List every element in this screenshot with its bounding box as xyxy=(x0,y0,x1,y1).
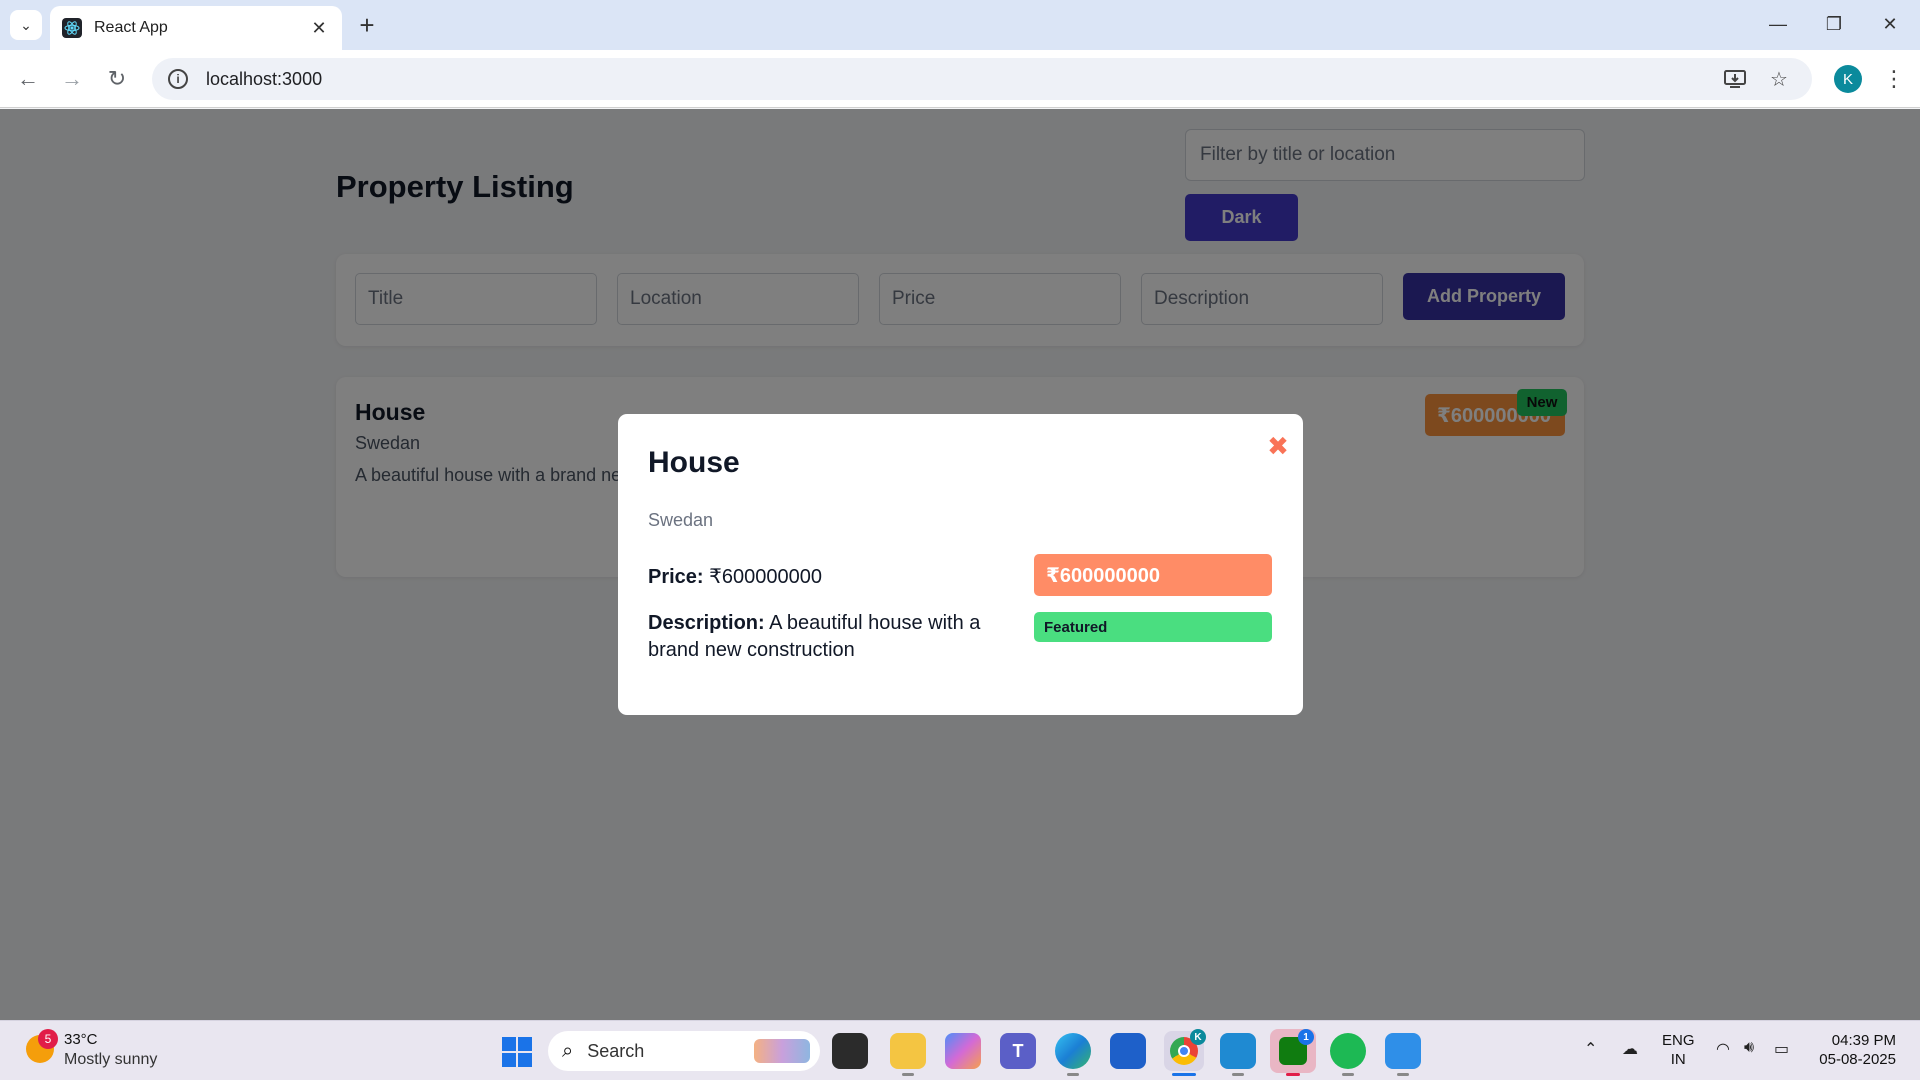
profile-avatar[interactable]: K xyxy=(1834,65,1862,93)
reload-icon[interactable]: ↻ xyxy=(101,63,133,95)
tab-react-app[interactable]: React App ✕ xyxy=(50,6,342,50)
store-icon[interactable] xyxy=(1110,1033,1146,1069)
teams-icon[interactable]: T xyxy=(1000,1033,1036,1069)
system-clock[interactable]: 04:39 PM 05-08-2025 xyxy=(1816,1031,1896,1069)
clock-time: 04:39 PM xyxy=(1831,1032,1896,1049)
taskbar-search[interactable]: ⌕ Search xyxy=(548,1031,820,1071)
vscode-icon[interactable] xyxy=(1220,1033,1256,1069)
xbox-badge: 1 xyxy=(1298,1029,1314,1045)
search-label: Search xyxy=(587,1040,645,1061)
site-info-icon[interactable]: i xyxy=(168,69,188,89)
back-arrow-icon[interactable]: ← xyxy=(12,63,44,95)
restore-icon[interactable]: ❐ xyxy=(1814,8,1854,40)
new-tab-button[interactable]: + xyxy=(352,10,382,40)
forward-arrow-icon[interactable]: → xyxy=(56,63,88,95)
copilot-icon[interactable] xyxy=(945,1033,981,1069)
description-label: Description: xyxy=(648,612,765,634)
chevron-up-icon[interactable]: ⌃ xyxy=(1584,1039,1597,1059)
vscode-indicator xyxy=(1232,1073,1244,1076)
property-detail-modal: House ✖ Swedan Price: ₹600000000 Descrip… xyxy=(618,414,1303,715)
tab-title: React App xyxy=(94,19,168,36)
language-indicator[interactable]: ENG IN xyxy=(1662,1031,1695,1069)
url-text[interactable]: localhost:3000 xyxy=(206,69,1708,90)
modal-location: Swedan xyxy=(648,510,714,530)
photos-icon[interactable] xyxy=(1385,1033,1421,1069)
window-close-icon[interactable]: ✕ xyxy=(1870,8,1910,40)
chrome-indicator xyxy=(1172,1073,1196,1076)
battery-icon[interactable]: ▭ xyxy=(1774,1039,1789,1059)
price-label: Price: xyxy=(648,566,704,588)
file-explorer-icon[interactable] xyxy=(890,1033,926,1069)
taskbar: 5 33°C Mostly sunny ⌕ Search T K 1 ⌃ ☁ E… xyxy=(0,1020,1920,1080)
weather-description[interactable]: Mostly sunny xyxy=(64,1051,157,1069)
address-bar[interactable]: i localhost:3000 ☆ xyxy=(152,58,1812,100)
featured-badge: Featured xyxy=(1034,612,1272,642)
windows-start-icon[interactable] xyxy=(502,1037,532,1067)
minimize-icon[interactable]: — xyxy=(1758,8,1798,40)
close-icon[interactable]: ✕ xyxy=(308,18,330,39)
weather-temperature[interactable]: 33°C xyxy=(64,1031,98,1048)
browser-tab-strip: ⌄ React App ✕ + — ❐ ✕ xyxy=(0,0,1920,50)
modal-title: House xyxy=(648,446,740,479)
file-explorer-indicator xyxy=(902,1073,914,1076)
react-logo-icon xyxy=(62,18,82,38)
edge-indicator xyxy=(1067,1073,1079,1076)
photos-indicator xyxy=(1397,1073,1409,1076)
modal-price-badge: ₹600000000 xyxy=(1034,554,1272,596)
price-value: ₹600000000 xyxy=(709,566,822,588)
modal-price-row: Price: ₹600000000 xyxy=(648,564,822,589)
search-icon: ⌕ xyxy=(562,1039,574,1062)
clock-date: 05-08-2025 xyxy=(1819,1051,1896,1068)
spotify-indicator xyxy=(1342,1073,1354,1076)
more-menu-icon[interactable]: ⋮ xyxy=(1880,63,1908,95)
spotify-icon[interactable] xyxy=(1330,1033,1366,1069)
browser-toolbar: ← → ↻ i localhost:3000 ☆ K ⋮ xyxy=(0,50,1920,108)
region-code: IN xyxy=(1670,1051,1686,1068)
xbox-icon[interactable]: 1 xyxy=(1270,1029,1316,1073)
app-page: Property Listing Filter by title or loca… xyxy=(0,109,1920,1020)
close-icon[interactable]: ✖ xyxy=(1266,431,1290,461)
xbox-indicator xyxy=(1286,1073,1300,1076)
chevron-down-icon: ⌄ xyxy=(20,16,32,33)
language-code: ENG xyxy=(1662,1032,1695,1049)
bookmark-star-icon[interactable]: ☆ xyxy=(1762,64,1796,94)
modal-description-row: Description: A beautiful house with a br… xyxy=(648,610,988,664)
task-view-icon[interactable] xyxy=(832,1033,868,1069)
wifi-icon[interactable]: ◠ xyxy=(1716,1039,1730,1059)
tab-search-button[interactable]: ⌄ xyxy=(10,10,42,40)
chrome-icon[interactable]: K xyxy=(1164,1029,1206,1071)
edge-icon[interactable] xyxy=(1055,1033,1091,1069)
chrome-profile-badge: K xyxy=(1190,1029,1206,1045)
search-highlight-icon xyxy=(754,1039,810,1063)
volume-icon[interactable]: 🔊︎ xyxy=(1744,1039,1754,1057)
install-app-icon[interactable] xyxy=(1718,64,1752,94)
onedrive-icon[interactable]: ☁ xyxy=(1622,1039,1638,1059)
weather-notification-badge: 5 xyxy=(38,1029,58,1049)
